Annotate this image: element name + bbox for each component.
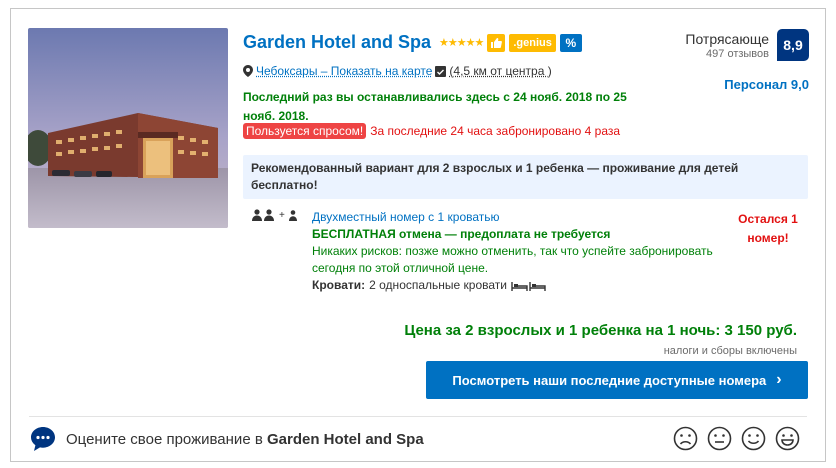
hotel-card: Garden Hotel and Spa ★★★★★ .genius % Чеб… xyxy=(10,8,826,462)
occupancy-plus: + xyxy=(279,209,285,221)
child-icon xyxy=(288,210,297,221)
cta-label: Посмотреть наши последние доступные номе… xyxy=(452,372,767,388)
discount-badge: % xyxy=(559,33,582,52)
show-on-map-link[interactable]: Чебоксары – Показать на карте xyxy=(256,64,432,78)
rate-stay-prefix: Оцените свое проживание в xyxy=(66,430,267,448)
free-cancellation-text: БЕСПЛАТНАЯ отмена — предоплата не требуе… xyxy=(312,227,611,241)
price-line: Цена за 2 взрослых и 1 ребенка на 1 ночь… xyxy=(404,322,797,339)
occupancy-icons: + xyxy=(252,209,298,221)
rating-faces xyxy=(673,426,800,451)
no-risk-text: Никаких рисков: позже можно отменить, та… xyxy=(312,244,713,275)
recommendation-box: Рекомендованный вариант для 2 взрослых и… xyxy=(243,155,808,199)
sad-face-icon[interactable] xyxy=(673,426,698,451)
rate-stay-bar: Оцените свое проживание в Garden Hotel a… xyxy=(30,422,800,456)
staff-score: Персонал 9,0 xyxy=(724,77,809,92)
taxes-note: налоги и сборы включены xyxy=(663,345,797,357)
demand-row: Пользуется спросом! За последние 24 часа… xyxy=(243,123,620,139)
see-available-rooms-button[interactable]: Посмотреть наши последние доступные номе… xyxy=(426,361,808,399)
beds-row: Кровати: 2 односпальные кровати xyxy=(312,277,732,294)
chevron-right-icon: › xyxy=(776,371,782,388)
happy-face-icon[interactable] xyxy=(775,426,800,451)
hotel-photo[interactable] xyxy=(28,28,228,228)
high-demand-badge: Пользуется спросом! xyxy=(243,123,367,139)
chat-bubble-icon xyxy=(31,427,55,451)
section-divider xyxy=(29,416,807,417)
score-label: Потрясающе xyxy=(685,31,769,47)
map-distance-icon xyxy=(435,65,447,77)
rate-stay-text: Оцените свое проживание в Garden Hotel a… xyxy=(66,431,424,448)
genius-badge: .genius xyxy=(509,33,556,52)
location-row: Чебоксары – Показать на карте (4,5 км от… xyxy=(243,64,552,78)
room-type-link[interactable]: Двухместный номер с 1 кроватью xyxy=(312,209,732,226)
thumbs-up-icon xyxy=(487,33,506,52)
previous-stay-note: Последний раз вы останавливались здесь с… xyxy=(243,90,627,123)
hotel-name-link[interactable]: Garden Hotel and Spa xyxy=(243,32,431,53)
score-badge: 8,9 xyxy=(777,29,809,61)
single-beds-icon xyxy=(511,281,546,291)
star-rating-icons: ★★★★★ xyxy=(439,37,484,49)
hotel-title-row: Garden Hotel and Spa ★★★★★ .genius % xyxy=(243,32,582,53)
beds-value: 2 односпальные кровати xyxy=(369,278,507,292)
rooms-left-warning: Остался 1 номер! xyxy=(738,212,798,245)
hotel-photo-image xyxy=(28,28,228,228)
review-count: 497 отзывов xyxy=(706,48,769,60)
distance-from-center: (4,5 км от центра ) xyxy=(449,64,552,78)
rate-stay-hotel-name: Garden Hotel and Spa xyxy=(266,430,424,448)
beds-label: Кровати: xyxy=(312,278,366,292)
score-words: Потрясающе 497 отзывов xyxy=(685,31,769,60)
two-adults-icon xyxy=(252,209,274,221)
room-details: Двухместный номер с 1 кроватью БЕСПЛАТНА… xyxy=(312,209,732,294)
map-pin-icon xyxy=(243,65,253,77)
smile-face-icon[interactable] xyxy=(741,426,766,451)
booked-count-text: За последние 24 часа забронировано 4 раз… xyxy=(370,124,621,138)
neutral-face-icon[interactable] xyxy=(707,426,732,451)
